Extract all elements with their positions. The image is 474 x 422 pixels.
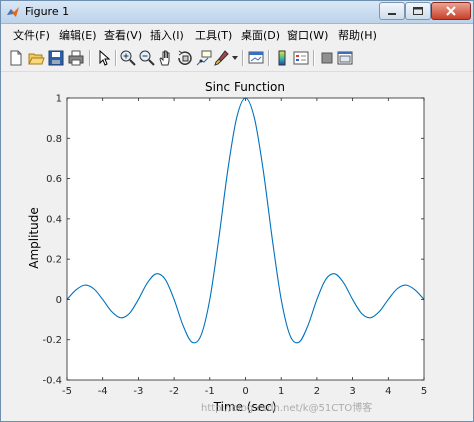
watermark: http://blog.csdn.net/k@51CTO博客 xyxy=(201,403,373,414)
minimize-icon xyxy=(388,13,396,15)
plot-axes[interactable] xyxy=(67,98,424,380)
maximize-icon xyxy=(413,7,423,15)
hide-plot-tools-icon[interactable] xyxy=(318,49,336,67)
edit-plot-arrow-icon[interactable] xyxy=(95,49,113,67)
menu-insert[interactable]: 插入(I) xyxy=(150,27,184,43)
save-icon[interactable] xyxy=(47,49,65,67)
pan-hand-icon[interactable] xyxy=(157,49,175,67)
zoom-in-icon[interactable] xyxy=(119,49,137,67)
zoom-out-icon[interactable] xyxy=(138,49,156,67)
x-tick-label: -5 xyxy=(62,386,72,397)
toolbar-separator xyxy=(313,50,315,66)
x-tick-label: 2 xyxy=(314,386,320,397)
y-tick-label: 0 xyxy=(56,295,62,306)
open-file-icon[interactable] xyxy=(27,49,45,67)
x-tick-label: -1 xyxy=(205,386,215,397)
x-tick-label: 0 xyxy=(242,386,248,397)
y-tick-label: 1 xyxy=(56,94,62,105)
close-icon xyxy=(446,6,456,16)
toolbar-separator xyxy=(89,50,91,66)
menu-view[interactable]: 查看(V) xyxy=(104,27,142,43)
close-button[interactable] xyxy=(431,2,471,20)
window-title: Figure 1 xyxy=(25,5,70,18)
title-bar[interactable]: Figure 1 xyxy=(1,1,473,24)
link-plot-icon[interactable] xyxy=(247,49,265,67)
y-tick-label: 0.6 xyxy=(46,174,62,185)
figure-canvas: -5 -4 -3 -2 -1 0 1 2 3 4 5 -0.4 -0.2 0 0.2 0.4 0.6 0.8 1 … xyxy=(5,73,469,417)
chevron-down-icon[interactable] xyxy=(232,56,238,61)
colorbar-icon[interactable] xyxy=(273,49,291,67)
y-tick-label: -0.2 xyxy=(42,335,62,346)
toolbar-separator xyxy=(242,50,244,66)
print-icon[interactable] xyxy=(67,49,85,67)
menu-file[interactable]: 文件(F) xyxy=(13,27,50,43)
chart-title: Sinc Function xyxy=(205,80,285,94)
y-tick-label: 0.2 xyxy=(46,255,62,266)
menu-help[interactable]: 帮助(H) xyxy=(338,27,377,43)
menu-window[interactable]: 窗口(W) xyxy=(287,27,328,43)
toolbar xyxy=(1,45,473,72)
y-tick-label: 0.4 xyxy=(46,214,62,225)
y-axis-label: Amplitude xyxy=(27,207,41,269)
new-figure-icon[interactable] xyxy=(7,49,25,67)
x-tick-label: -4 xyxy=(98,386,108,397)
matlab-logo-icon xyxy=(7,7,19,17)
data-cursor-icon[interactable] xyxy=(195,49,213,67)
sinc-chart: -5 -4 -3 -2 -1 0 1 2 3 4 5 -0.4-0.200.20.40.60.81 … xyxy=(5,73,469,417)
x-tick-label: -2 xyxy=(169,386,179,397)
x-tick-label: 4 xyxy=(385,386,391,397)
x-tick-label: -3 xyxy=(133,386,143,397)
menu-bar: 文件(F) 编辑(E) 查看(V) 插入(I) 工具(T) 桌面(D) 窗口(W… xyxy=(1,25,473,44)
brush-icon[interactable] xyxy=(213,49,231,67)
rotate-3d-icon[interactable] xyxy=(176,49,194,67)
x-tick-label: 5 xyxy=(421,386,427,397)
legend-icon[interactable] xyxy=(292,49,310,67)
menu-edit[interactable]: 编辑(E) xyxy=(59,27,97,43)
maximize-button[interactable] xyxy=(405,2,431,20)
minimize-button[interactable] xyxy=(379,2,405,20)
toolbar-separator xyxy=(115,50,117,66)
y-tick-label: 0.8 xyxy=(46,134,62,145)
x-tick-label: 1 xyxy=(278,386,284,397)
menu-tools[interactable]: 工具(T) xyxy=(195,27,232,43)
show-plot-tools-icon[interactable] xyxy=(336,49,354,67)
y-tick-label: -0.4 xyxy=(42,376,62,387)
toolbar-separator xyxy=(268,50,270,66)
menu-desktop[interactable]: 桌面(D) xyxy=(241,27,280,43)
figure-window: Figure 1 文件(F) 编辑(E) 查看(V) 插入(I) 工具(T) 桌… xyxy=(0,0,474,422)
x-tick-label: 3 xyxy=(349,386,355,397)
